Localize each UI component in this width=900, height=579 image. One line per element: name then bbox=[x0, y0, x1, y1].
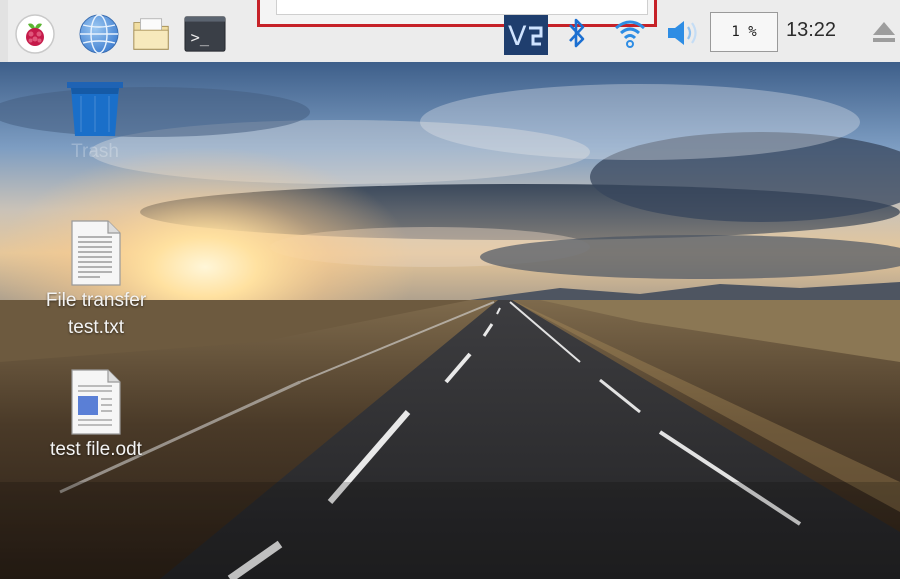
clock[interactable]: 13:22 bbox=[786, 19, 836, 42]
volume-tray-button[interactable] bbox=[664, 13, 702, 53]
wifi-tray-button[interactable] bbox=[612, 13, 648, 53]
top-panel: >_ V 1 % 13:22 bbox=[0, 0, 900, 63]
raspberry-menu-button[interactable] bbox=[14, 13, 56, 55]
terminal-glyph: >_ bbox=[191, 29, 210, 47]
desktop-item-test-file-odt[interactable]: test file.odt bbox=[26, 368, 166, 463]
bluetooth-tray-button[interactable] bbox=[562, 13, 592, 53]
vnc-server-tray-button[interactable]: V bbox=[502, 13, 550, 57]
odt-document-icon bbox=[71, 369, 121, 435]
desktop-item-label: Trash bbox=[71, 141, 119, 162]
desktop-item-label-line2: test.txt bbox=[68, 317, 124, 338]
web-browser-icon bbox=[79, 14, 119, 54]
cpu-usage-monitor[interactable]: 1 % bbox=[710, 12, 778, 52]
vnc-server-icon: V bbox=[504, 15, 548, 55]
text-file-icon bbox=[71, 220, 121, 286]
terminal-button[interactable]: >_ bbox=[184, 13, 226, 55]
highlight-frame bbox=[257, 0, 657, 27]
cpu-usage-value: 1 % bbox=[731, 24, 757, 40]
vnc-letter: V bbox=[508, 21, 527, 52]
desktop[interactable]: Trash File transfer test.txt test file.o… bbox=[0, 62, 900, 579]
bluetooth-icon bbox=[569, 18, 585, 48]
panel-edge bbox=[0, 0, 8, 62]
volume-icon bbox=[668, 21, 697, 45]
eject-button[interactable] bbox=[868, 16, 900, 48]
file-manager-button[interactable] bbox=[131, 13, 173, 55]
wifi-icon bbox=[615, 20, 645, 48]
web-browser-button[interactable] bbox=[78, 13, 120, 55]
trash-icon bbox=[67, 82, 123, 136]
terminal-icon: >_ bbox=[184, 16, 226, 52]
desktop-item-trash[interactable]: Trash bbox=[40, 76, 150, 165]
desktop-item-label: test file.odt bbox=[50, 439, 142, 460]
raspberry-menu-icon bbox=[15, 14, 55, 54]
desktop-item-label-line1: File transfer bbox=[45, 290, 147, 311]
desktop-item-file-transfer[interactable]: File transfer test.txt bbox=[26, 219, 166, 341]
eject-icon bbox=[873, 22, 895, 42]
highlighted-panel-field[interactable] bbox=[276, 0, 648, 15]
file-manager-icon bbox=[133, 18, 169, 50]
